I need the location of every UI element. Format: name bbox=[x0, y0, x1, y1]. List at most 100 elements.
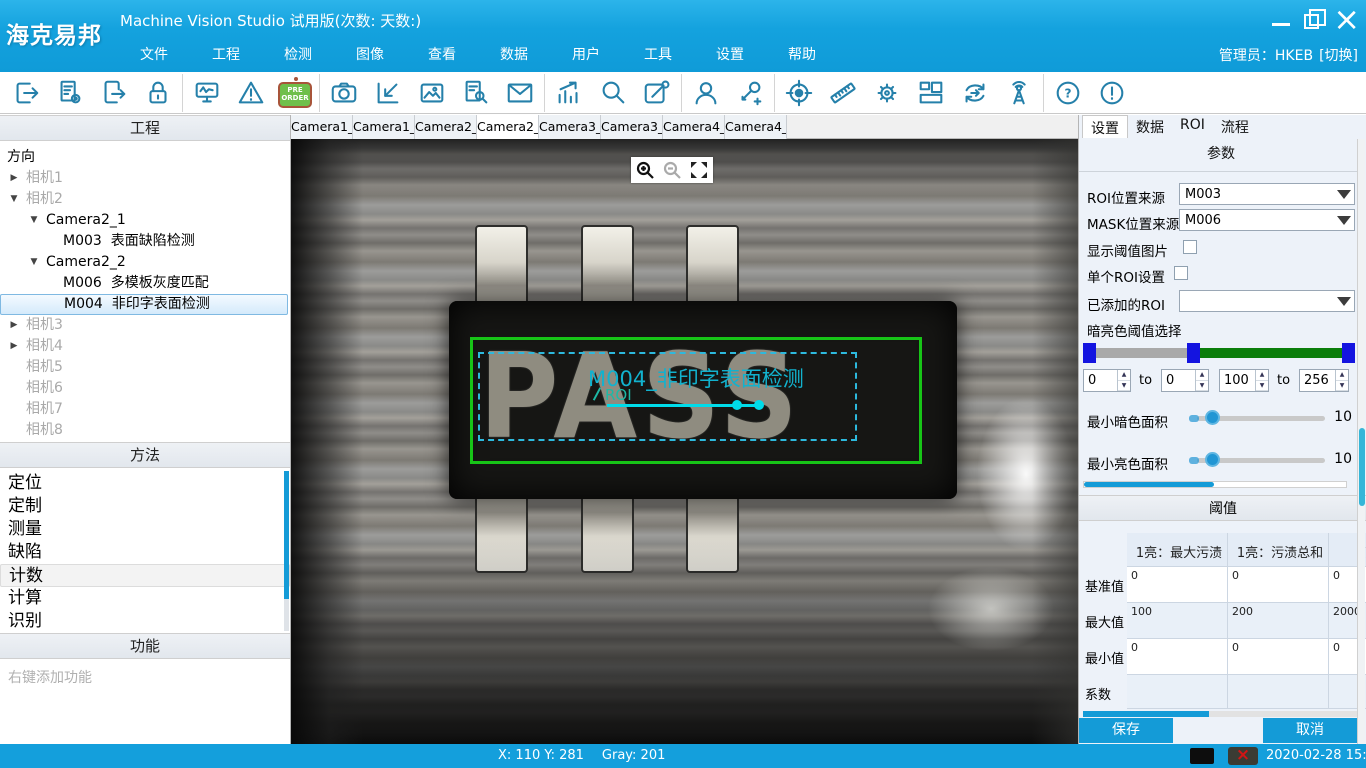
tab-roi[interactable]: ROI bbox=[1172, 115, 1213, 138]
method-item-count[interactable]: 计数 bbox=[0, 564, 290, 587]
restore-button[interactable] bbox=[1304, 10, 1319, 29]
menu-image[interactable]: 图像 bbox=[334, 41, 406, 67]
collapsed-arrow-icon[interactable]: ▶ bbox=[7, 168, 21, 189]
methods-scrollbar-thumb[interactable] bbox=[284, 471, 289, 599]
tree-item-camera2[interactable]: ▼相机2 bbox=[0, 189, 290, 210]
search-button[interactable] bbox=[591, 74, 635, 112]
settings-vertical-scrollbar[interactable] bbox=[1357, 139, 1365, 744]
methods-scrollbar[interactable] bbox=[284, 471, 289, 631]
mask-source-dropdown[interactable]: M006 bbox=[1179, 209, 1355, 231]
menu-help[interactable]: 帮助 bbox=[766, 41, 838, 67]
tab-camera1-1[interactable]: Camera1_1 bbox=[291, 115, 353, 139]
tree-item-camera4[interactable]: ▶相机4 bbox=[0, 336, 290, 357]
import-button[interactable] bbox=[366, 74, 410, 112]
target-button[interactable] bbox=[777, 74, 821, 112]
tab-camera2-1[interactable]: Camera2_1 bbox=[415, 115, 477, 139]
gear-button[interactable] bbox=[865, 74, 909, 112]
threshold-range-slider[interactable] bbox=[1083, 343, 1355, 363]
switch-user-link[interactable]: [切换] bbox=[1319, 45, 1358, 65]
antenna-button[interactable] bbox=[997, 74, 1041, 112]
menu-tools[interactable]: 工具 bbox=[622, 41, 694, 67]
key-button[interactable] bbox=[728, 74, 772, 112]
spinner-arrows[interactable]: ▲▼ bbox=[1117, 370, 1130, 391]
about-button[interactable] bbox=[1090, 74, 1134, 112]
taskbar-black-icon[interactable] bbox=[1190, 748, 1214, 764]
roi-handle-dot[interactable] bbox=[754, 400, 764, 410]
method-item-calc[interactable]: 计算 bbox=[0, 587, 290, 610]
menu-file[interactable]: 文件 bbox=[118, 41, 190, 67]
document-settings-button[interactable] bbox=[48, 74, 92, 112]
threshold-handle-mid[interactable] bbox=[1187, 343, 1200, 363]
min-dark-area-slider[interactable] bbox=[1197, 416, 1325, 421]
tree-item-camera1[interactable]: ▶相机1 bbox=[0, 168, 290, 189]
save-button[interactable]: 保存 bbox=[1079, 718, 1173, 743]
method-item-measure[interactable]: 测量 bbox=[0, 518, 290, 541]
minimize-button[interactable] bbox=[1272, 13, 1290, 26]
menu-view[interactable]: 查看 bbox=[406, 41, 478, 67]
camera-button[interactable] bbox=[322, 74, 366, 112]
table-cell[interactable]: 0 bbox=[1228, 639, 1329, 675]
method-item-recognize[interactable]: 识别 bbox=[0, 610, 290, 633]
ruler-button[interactable] bbox=[821, 74, 865, 112]
lock-button[interactable] bbox=[136, 74, 180, 112]
tree-item-m006[interactable]: M006 多模板灰度匹配 bbox=[0, 273, 290, 294]
sync-button[interactable] bbox=[953, 74, 997, 112]
tab-camera4-2[interactable]: Camera4_2 bbox=[725, 115, 787, 139]
expanded-arrow-icon[interactable]: ▼ bbox=[27, 252, 41, 273]
table-cell[interactable] bbox=[1127, 675, 1228, 709]
document-search-button[interactable] bbox=[454, 74, 498, 112]
tab-camera4-1[interactable]: Camera4_1 bbox=[663, 115, 725, 139]
cancel-button[interactable]: 取消 bbox=[1263, 718, 1357, 743]
tab-camera3-2[interactable]: Camera3_2 bbox=[601, 115, 663, 139]
table-cell[interactable]: 100 bbox=[1127, 603, 1228, 639]
roi-handle-dot[interactable] bbox=[732, 400, 742, 410]
fit-view-icon[interactable] bbox=[689, 160, 709, 180]
expanded-arrow-icon[interactable]: ▼ bbox=[27, 210, 41, 231]
tab-camera1-2[interactable]: Camera1_2 bbox=[353, 115, 415, 139]
method-item-locate[interactable]: 定位 bbox=[0, 472, 290, 495]
warning-button[interactable] bbox=[229, 74, 273, 112]
toolbox-button[interactable] bbox=[635, 74, 679, 112]
scrollbar-thumb[interactable] bbox=[1084, 482, 1214, 487]
logout-button[interactable] bbox=[4, 74, 48, 112]
light-max-spinner[interactable]: 256▲▼ bbox=[1299, 369, 1349, 392]
table-cell[interactable]: 200 bbox=[1228, 603, 1329, 639]
zoom-in-icon[interactable] bbox=[635, 160, 655, 180]
table-cell[interactable]: 0 bbox=[1127, 567, 1228, 603]
menu-user[interactable]: 用户 bbox=[550, 41, 622, 67]
tab-camera2-2[interactable]: Camera2_2 bbox=[477, 115, 539, 139]
roi-source-dropdown[interactable]: M003 bbox=[1179, 183, 1355, 205]
light-min-spinner[interactable]: 100▲▼ bbox=[1219, 369, 1269, 392]
user-button[interactable] bbox=[684, 74, 728, 112]
method-item-custom[interactable]: 定制 bbox=[0, 495, 290, 518]
statistics-button[interactable] bbox=[547, 74, 591, 112]
menu-project[interactable]: 工程 bbox=[190, 41, 262, 67]
threshold-handle-high[interactable] bbox=[1342, 343, 1355, 363]
monitor-button[interactable] bbox=[185, 74, 229, 112]
tree-item-camera5[interactable]: 相机5 bbox=[0, 357, 290, 378]
image-viewport[interactable]: PASS M004_非印字表面检测 ROI bbox=[291, 139, 1078, 744]
collapsed-arrow-icon[interactable]: ▶ bbox=[7, 336, 21, 357]
table-cell[interactable] bbox=[1228, 675, 1329, 709]
scrollbar-thumb[interactable] bbox=[1359, 428, 1365, 506]
menu-detect[interactable]: 检测 bbox=[262, 41, 334, 67]
layout-button[interactable] bbox=[909, 74, 953, 112]
tree-item-camera3[interactable]: ▶相机3 bbox=[0, 315, 290, 336]
slider-handle[interactable] bbox=[1205, 410, 1220, 425]
method-item-defect[interactable]: 缺陷 bbox=[0, 541, 290, 564]
slider-handle[interactable] bbox=[1205, 452, 1220, 467]
params-horizontal-scrollbar[interactable] bbox=[1083, 481, 1347, 488]
added-roi-dropdown[interactable] bbox=[1179, 290, 1355, 312]
spinner-arrows[interactable]: ▲▼ bbox=[1255, 370, 1268, 391]
help-button[interactable]: ? bbox=[1046, 74, 1090, 112]
tree-item-camera2-2[interactable]: ▼Camera2_2 bbox=[0, 252, 290, 273]
threshold-handle-low[interactable] bbox=[1083, 343, 1096, 363]
tree-item-camera7[interactable]: 相机7 bbox=[0, 399, 290, 420]
tab-data[interactable]: 数据 bbox=[1128, 115, 1172, 138]
spinner-arrows[interactable]: ▲▼ bbox=[1335, 370, 1348, 391]
dark-min-spinner[interactable]: 0▲▼ bbox=[1083, 369, 1131, 392]
table-cell[interactable]: 0 bbox=[1127, 639, 1228, 675]
menu-settings[interactable]: 设置 bbox=[694, 41, 766, 67]
tree-item-direction[interactable]: 方向 bbox=[0, 147, 290, 168]
tab-camera3-1[interactable]: Camera3_1 bbox=[539, 115, 601, 139]
